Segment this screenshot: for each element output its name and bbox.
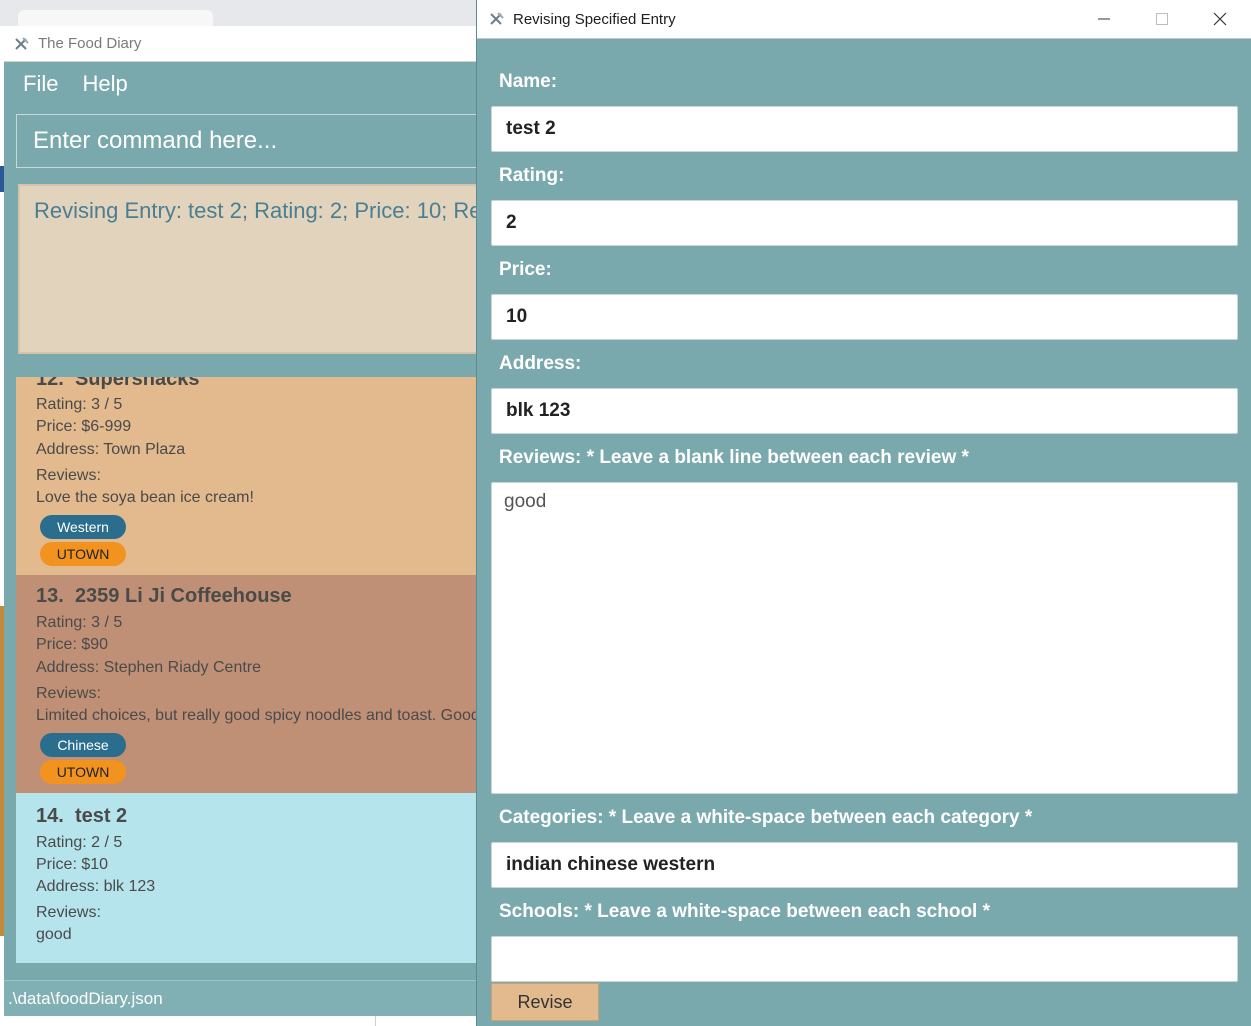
rating-field[interactable] (491, 200, 1238, 246)
revise-entry-dialog: Revising Specified Entry Name: Rating: P… (476, 0, 1251, 1026)
close-icon[interactable] (1197, 0, 1243, 38)
entry-reviews-label: Reviews: (36, 685, 101, 702)
save-location: .\data\foodDiary.json (8, 989, 163, 1008)
categories-label: Categories: * Leave a white-space betwee… (499, 807, 1033, 828)
entry-price: Price: $90 (36, 636, 109, 653)
entry-card[interactable]: 13. 2359 Li Ji Coffeehouse Rating: 3 / 5… (16, 575, 476, 793)
entry-address: Address: Stephen Riady Centre (36, 659, 262, 676)
category-tag: Western (40, 515, 126, 539)
entry-index: 12. (36, 377, 64, 390)
entry-header: 12. Supersnacks (36, 377, 199, 391)
entry-reviews-label: Reviews: (36, 467, 101, 484)
menu-bar: File Help (4, 62, 476, 106)
entry-header: 14. test 2 (36, 805, 127, 828)
entry-address: Address: Town Plaza (36, 441, 186, 458)
price-label: Price: (499, 259, 552, 280)
minimize-icon[interactable] (1081, 0, 1127, 38)
entry-index: 13. (36, 585, 64, 607)
address-label: Address: (499, 353, 582, 374)
price-field[interactable] (491, 294, 1238, 340)
desktop-background-strip (0, 0, 476, 26)
menu-file[interactable]: File (23, 71, 58, 97)
desktop-bottom-edge (0, 1016, 476, 1026)
desktop-divider (375, 1016, 376, 1026)
entry-card[interactable]: 12. Supersnacks Rating: 3 / 5 Price: $6-… (16, 377, 476, 575)
entry-address: Address: blk 123 (36, 878, 156, 895)
reviews-field[interactable]: good (491, 482, 1238, 794)
entry-review: Limited choices, but really good spicy n… (36, 707, 476, 724)
address-field[interactable] (491, 388, 1238, 434)
status-bar: .\data\foodDiary.json (4, 980, 476, 1016)
entry-price: Price: $10 (36, 856, 109, 873)
school-tag: UTOWN (40, 760, 126, 784)
entry-name: Supersnacks (74, 377, 200, 390)
command-input[interactable] (17, 115, 476, 167)
schools-field[interactable] (491, 936, 1238, 982)
app-icon (14, 36, 30, 52)
entry-index: 14. (36, 805, 64, 827)
main-title-bar: The Food Diary (4, 26, 476, 62)
result-text: Revising Entry: test 2; Rating: 2; Price… (34, 198, 476, 223)
entry-rating: Rating: 3 / 5 (36, 614, 123, 631)
schools-label: Schools: * Leave a white-space between e… (499, 901, 991, 922)
maximize-icon (1139, 0, 1185, 38)
entry-review: Love the soya bean ice cream! (36, 489, 254, 506)
food-diary-window: The Food Diary File Help Revising Entry:… (4, 26, 476, 1016)
entry-review: good (36, 926, 72, 943)
reviews-label: Reviews: * Leave a blank line between ea… (499, 447, 969, 468)
entry-reviews-label: Reviews: (36, 904, 101, 921)
school-tag: UTOWN (40, 542, 126, 566)
main-window-title: The Food Diary (38, 35, 142, 52)
revise-button[interactable]: Revise (491, 983, 599, 1021)
entry-list[interactable]: 12. Supersnacks Rating: 3 / 5 Price: $6-… (16, 377, 476, 963)
entry-rating: Rating: 3 / 5 (36, 396, 123, 413)
category-tag: Chinese (40, 733, 126, 757)
rating-label: Rating: (499, 165, 565, 186)
entry-rating: Rating: 2 / 5 (36, 834, 123, 851)
dialog-title-bar: Revising Specified Entry (477, 0, 1251, 39)
entry-name: 2359 Li Ji Coffeehouse (74, 585, 292, 607)
background-browser-tab (18, 10, 213, 26)
entry-card-selected[interactable]: 14. test 2 Rating: 2 / 5 Price: $10 Addr… (16, 793, 476, 963)
app-icon (489, 11, 505, 27)
entry-header: 13. 2359 Li Ji Coffeehouse (36, 585, 292, 608)
command-box (16, 114, 476, 168)
dialog-title: Revising Specified Entry (513, 10, 676, 28)
name-field[interactable] (491, 106, 1238, 152)
name-label: Name: (499, 71, 558, 92)
entry-price: Price: $6-999 (36, 418, 132, 435)
categories-field[interactable] (491, 842, 1238, 888)
result-display: Revising Entry: test 2; Rating: 2; Price… (18, 184, 476, 354)
menu-help[interactable]: Help (82, 71, 127, 97)
entry-name: test 2 (74, 805, 128, 827)
